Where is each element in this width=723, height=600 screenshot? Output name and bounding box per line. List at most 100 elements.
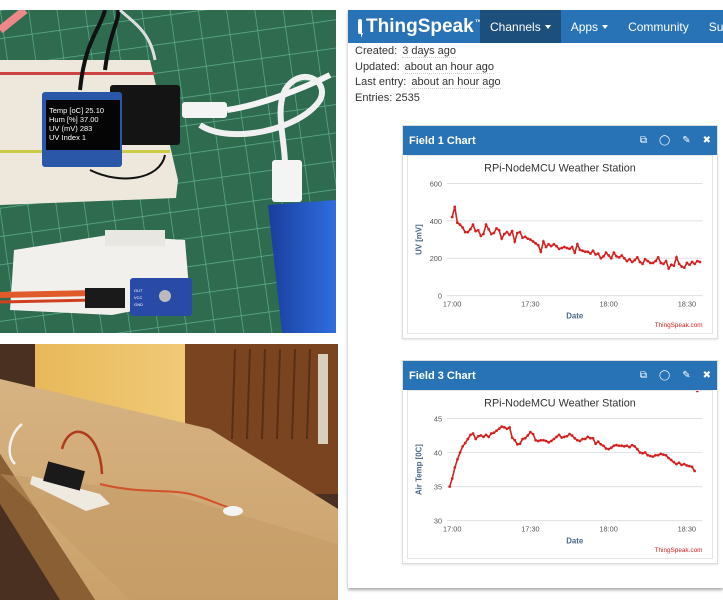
comment-icon[interactable]: ◯ <box>659 370 670 381</box>
nav-support[interactable]: Supp <box>699 10 723 43</box>
data-point <box>555 435 558 439</box>
data-point <box>557 247 561 251</box>
data-point <box>479 234 483 238</box>
data-point <box>505 427 509 431</box>
data-point <box>476 434 480 438</box>
external-link-icon[interactable]: ⧉ <box>640 370 647 381</box>
created-label: Created: <box>355 45 398 57</box>
x-tick-label: 18:00 <box>599 524 617 533</box>
oled-line-4: UV Index 1 <box>49 133 86 142</box>
data-point <box>549 244 553 248</box>
pencil-icon[interactable]: ✎ <box>682 370 690 381</box>
data-point <box>536 243 540 247</box>
data-point <box>570 245 574 249</box>
close-icon[interactable]: ✖ <box>703 135 711 146</box>
data-point <box>453 466 457 469</box>
y-tick-label: 600 <box>430 179 442 188</box>
data-point <box>510 229 514 233</box>
external-link-icon[interactable]: ⧉ <box>640 135 647 146</box>
data-point <box>635 447 639 451</box>
data-point <box>589 252 592 255</box>
data-point <box>492 431 496 435</box>
data-point <box>461 226 464 229</box>
data-point <box>685 464 689 467</box>
data-point <box>656 453 660 457</box>
x-tick-label: 17:00 <box>443 524 461 533</box>
caret-down-icon <box>544 24 551 29</box>
caret-down-icon <box>602 24 609 29</box>
entries-row: Entries: 2535 <box>355 91 716 107</box>
data-point <box>622 256 626 260</box>
data-point <box>675 462 678 466</box>
nav-apps[interactable]: Apps <box>561 10 618 43</box>
data-point <box>458 223 462 227</box>
card-title: Field 1 Chart <box>409 134 476 147</box>
data-point <box>552 242 556 246</box>
data-point <box>539 438 543 442</box>
data-point <box>489 432 493 435</box>
data-point <box>450 477 454 480</box>
data-point <box>693 262 697 266</box>
data-point <box>578 248 582 252</box>
thingspeak-watermark: ThingSpeak.com <box>655 322 703 329</box>
data-point <box>625 259 629 263</box>
created-row: Created: 3 days ago <box>355 44 716 60</box>
data-point <box>453 205 457 209</box>
nav-community[interactable]: Community <box>618 10 699 43</box>
pencil-icon[interactable]: ✎ <box>682 135 690 146</box>
svg-text:OUT: OUT <box>134 288 143 293</box>
x-tick-label: 18:30 <box>678 299 696 308</box>
data-point <box>680 265 684 269</box>
data-point <box>677 461 681 465</box>
x-tick-label: 17:00 <box>443 299 461 308</box>
data-point <box>635 255 639 259</box>
comment-icon[interactable]: ◯ <box>659 135 670 146</box>
data-point <box>466 230 470 234</box>
close-icon[interactable]: ✖ <box>703 370 711 381</box>
data-point <box>529 430 532 434</box>
data-point <box>602 255 605 258</box>
data-point <box>604 251 608 255</box>
thingspeak-logo[interactable]: ThingSpeak ™ <box>348 10 483 43</box>
data-point <box>521 236 524 240</box>
uv-chart: RPi-NodeMCU Weather Station 0 200 400 600 17:… <box>414 163 703 329</box>
data-point <box>651 261 655 265</box>
x-tick-label: 17:30 <box>521 299 539 308</box>
data-point <box>489 232 493 236</box>
data-point <box>469 227 472 231</box>
data-point <box>570 434 574 437</box>
card-header: Field 3 Chart ⧉ ◯ ✎ ✖ <box>403 361 717 390</box>
oled-line-3: UV (mV) 283 <box>49 124 92 133</box>
data-point <box>596 440 600 444</box>
oled-line-1: Temp [oC] 25.10 <box>49 106 104 115</box>
composite-image: Temp [oC] 25.10 Hum [%] 37.00 UV (mV) 28… <box>0 0 723 600</box>
created-value: 3 days ago <box>402 45 457 58</box>
y-tick-label: 40 <box>434 449 442 458</box>
data-point <box>661 453 665 456</box>
data-point <box>474 437 478 441</box>
nav-channels[interactable]: Channels <box>480 10 561 43</box>
data-point <box>471 432 475 435</box>
data-point <box>604 447 608 450</box>
data-point <box>526 434 530 437</box>
data-point <box>497 228 501 232</box>
data-point <box>599 256 603 260</box>
data-point <box>641 451 644 455</box>
data-point <box>476 228 480 232</box>
last-entry-value: about an hour ago <box>411 76 501 89</box>
data-point <box>521 437 524 441</box>
updated-row: Updated: about an hour ago <box>355 60 716 76</box>
data-point <box>586 250 590 254</box>
air-temp-chart: RPi-NodeMCU Weather Station 30 35 40 45 17:00… <box>414 391 703 554</box>
data-point <box>513 240 517 243</box>
data-point <box>547 440 551 444</box>
data-point <box>515 231 519 235</box>
data-point <box>649 261 652 265</box>
data-point <box>479 434 483 437</box>
data-point <box>659 261 663 265</box>
svg-text:GND: GND <box>134 302 143 307</box>
data-point <box>463 230 467 234</box>
chart-area: RPi-NodeMCU Weather Station 30 35 40 45 17:00… <box>407 390 713 559</box>
data-point <box>469 433 472 437</box>
data-point <box>654 259 658 263</box>
